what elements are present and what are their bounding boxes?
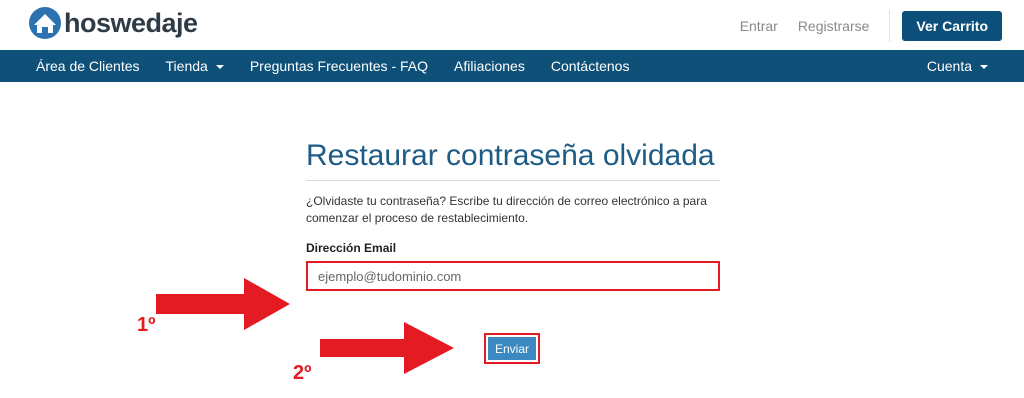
- nav-item-label: Contáctenos: [550, 58, 630, 74]
- account-menu[interactable]: Cuenta: [927, 50, 988, 82]
- arrow-right-icon: [156, 278, 290, 330]
- nav-item-affiliates[interactable]: Afiliaciones: [441, 58, 538, 74]
- nav-item-store[interactable]: Tienda: [153, 58, 237, 74]
- page: hoswedaje Entrar Registrarse Ver Carrito…: [0, 0, 1024, 398]
- nav-item-client-area[interactable]: Área de Clientes: [0, 58, 153, 74]
- step-one-label: 1º: [137, 314, 156, 336]
- page-title: Restaurar contraseña olvidada: [306, 138, 720, 181]
- submit-button[interactable]: Enviar: [488, 337, 536, 360]
- view-cart-button[interactable]: Ver Carrito: [902, 11, 1002, 41]
- main-nav: Área de Clientes Tienda Preguntas Frecue…: [0, 50, 1024, 82]
- nav-item-contact[interactable]: Contáctenos: [538, 58, 643, 74]
- top-header: hoswedaje Entrar Registrarse Ver Carrito: [0, 0, 1024, 50]
- nav-item-label: Tienda: [165, 58, 208, 74]
- caret-down-icon: [215, 65, 224, 69]
- login-link[interactable]: Entrar: [740, 18, 778, 34]
- nav-item-faq[interactable]: Preguntas Frecuentes - FAQ: [237, 58, 441, 74]
- divider: [889, 10, 891, 42]
- step-two-label: 2º: [293, 362, 312, 384]
- house-logo-icon: [29, 7, 61, 39]
- submit-highlight: Enviar: [484, 333, 540, 364]
- logo[interactable]: hoswedaje: [28, 6, 198, 40]
- caret-down-icon: [980, 65, 988, 69]
- arrow-right-icon: [320, 322, 454, 374]
- email-label: Dirección Email: [306, 241, 397, 255]
- email-field[interactable]: [306, 261, 720, 291]
- register-link[interactable]: Registrarse: [798, 18, 870, 34]
- account-menu-label: Cuenta: [926, 58, 972, 74]
- nav-item-label: Afiliaciones: [454, 58, 525, 74]
- reset-password-panel: Restaurar contraseña olvidada ¿Olvidaste…: [306, 138, 720, 291]
- logo-text: hoswedaje: [64, 7, 198, 38]
- nav-item-label: Preguntas Frecuentes - FAQ: [249, 58, 429, 74]
- nav-item-label: Área de Clientes: [36, 58, 140, 74]
- instructions-text: ¿Olvidaste tu contraseña? Escribe tu dir…: [306, 194, 707, 225]
- account-links: Entrar Registrarse Ver Carrito: [740, 10, 1002, 42]
